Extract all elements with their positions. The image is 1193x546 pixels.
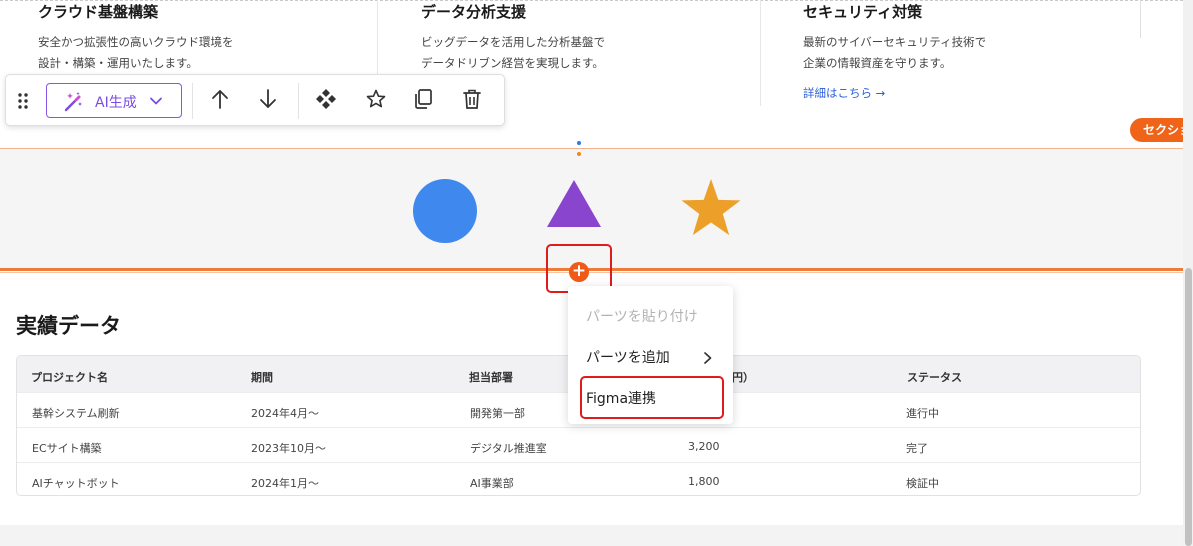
table-cell: 開発第一部 [470,407,525,420]
service-card-desc: 最新のサイバーセキュリティ技術で 企業の情報資産を守ります。 [803,32,986,74]
table-cell: AIチャットボット [32,477,120,490]
results-heading: 実績データ [16,314,121,338]
details-link[interactable]: 詳細はこちら → [803,85,885,101]
ai-generate-button[interactable]: AI生成 [46,83,182,118]
service-card-desc: ビッグデータを活用した分析基盤で データドリブン経営を実現します。 [421,32,605,74]
add-section-button[interactable]: + [569,262,589,282]
favorite-button[interactable] [362,85,390,117]
column-header: プロジェクト名 [31,371,108,384]
copy-icon [412,88,434,114]
arrow-down-icon [258,88,278,114]
component-icon [315,88,337,114]
chevron-down-icon [149,93,163,112]
service-card-title: セキュリティ対策 [803,3,923,21]
table-cell: 基幹システム刷新 [32,407,120,420]
scrollbar-thumb[interactable] [1185,268,1192,546]
circle-shape[interactable] [413,179,477,243]
move-up-button[interactable] [206,85,234,117]
service-card-desc-line: 設計・構築・運用いたします。 [38,56,198,70]
triangle-shape[interactable] [547,180,601,227]
service-card-desc-line: 最新のサイバーセキュリティ技術で [803,35,987,49]
service-card-desc: 安全かつ拡張性の高いクラウド環境を 設計・構築・運用いたします。 [38,32,234,74]
plus-icon: + [571,261,587,281]
move-down-button[interactable] [254,85,282,117]
column-header: 期間 [251,371,273,384]
service-card-desc-line: ビッグデータを活用した分析基盤で [421,35,605,49]
table-cell: 3,200 [688,440,720,453]
table-cell: 2024年4月〜 [251,407,319,420]
table-row: ECサイト構築 2023年10月〜 デジタル推進室 3,200 完了 [17,427,1140,462]
section-handle-dot [577,141,581,145]
menu-item-label: パーツを追加 [586,350,670,366]
toolbar-separator [298,83,299,119]
vertical-scrollbar[interactable] [1183,0,1193,546]
toolbar-separator [192,83,193,119]
service-card-title: クラウド基盤構築 [38,3,159,21]
arrow-up-icon [210,88,230,114]
column-header: 担当部署 [469,371,513,384]
service-card-security: セキュリティ対策 最新のサイバーセキュリティ技術で 企業の情報資産を守ります。 … [761,0,1141,106]
star-icon [365,88,387,114]
section-handle-dot [577,152,581,156]
delete-button[interactable] [458,85,486,117]
star-shape[interactable] [681,179,741,236]
chevron-right-icon [702,350,714,369]
trash-icon [461,88,483,114]
block-toolbar: AI生成 [5,74,505,126]
table-cell: 検証中 [906,477,939,490]
magic-wand-icon [62,91,84,117]
table-row: AIチャットボット 2024年1月〜 AI事業部 1,800 検証中 [17,462,1140,495]
table-cell: ECサイト構築 [32,442,102,455]
table-cell: 2023年10月〜 [251,442,326,455]
editor-page: クラウド基盤構築 安全かつ拡張性の高いクラウド環境を 設計・構築・運用いたします… [0,0,1193,546]
service-card-desc-line: 安全かつ拡張性の高いクラウド環境を [38,35,234,49]
menu-item-paste-parts[interactable]: パーツを貼り付け [586,306,698,326]
card-divider [1140,0,1141,38]
table-cell: 2024年1月〜 [251,477,319,490]
ai-generate-label: AI生成 [95,95,137,111]
table-cell: 1,800 [688,475,720,488]
drag-handle-icon[interactable] [14,85,32,117]
duplicate-button[interactable] [409,85,437,117]
table-cell: デジタル推進室 [470,442,547,455]
service-card-title: データ分析支援 [421,3,527,21]
service-card-desc-line: データドリブン経営を実現します。 [421,56,604,70]
table-cell: 進行中 [906,407,939,420]
column-header: ステータス [907,371,962,384]
menu-item-add-parts[interactable]: パーツを追加 [586,347,670,367]
table-cell: 完了 [906,442,928,455]
service-card-desc-line: 企業の情報資産を守ります。 [803,56,952,70]
table-cell: AI事業部 [470,477,514,490]
component-button[interactable] [312,85,340,117]
page-footer-band [0,525,1183,546]
figma-item-highlight [580,376,724,419]
